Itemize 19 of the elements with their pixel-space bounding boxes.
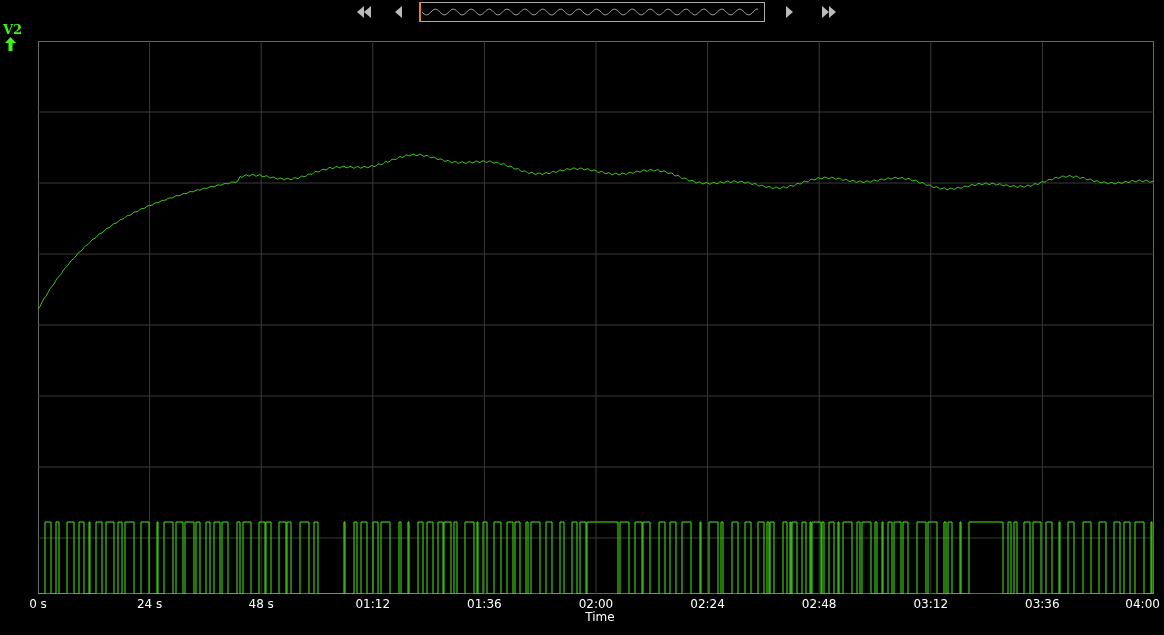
- tick-label: 02:24: [690, 597, 725, 611]
- channel-label: V2: [3, 23, 23, 37]
- tick-label: 03:12: [913, 597, 949, 611]
- up-arrow-icon: [5, 37, 16, 51]
- tick-label: 0 s: [29, 597, 47, 611]
- tick-label: 24 s: [136, 597, 163, 611]
- rewind-icon[interactable]: [357, 6, 371, 18]
- tick-label: 01:36: [467, 597, 502, 611]
- tick-label: 03:36: [1025, 597, 1060, 611]
- fast-forward-icon[interactable]: [822, 6, 836, 18]
- axis-title: Time: [585, 610, 615, 624]
- tick-label: 04:00: [1125, 597, 1160, 611]
- tick-label: 02:00: [578, 597, 614, 611]
- step-forward-icon[interactable]: [786, 6, 793, 18]
- step-back-icon[interactable]: [395, 6, 402, 18]
- tick-label: 48 s: [248, 597, 274, 611]
- tick-label: 02:48: [801, 597, 837, 611]
- overview-navigator[interactable]: [419, 2, 765, 22]
- tick-label: 01:12: [355, 597, 391, 611]
